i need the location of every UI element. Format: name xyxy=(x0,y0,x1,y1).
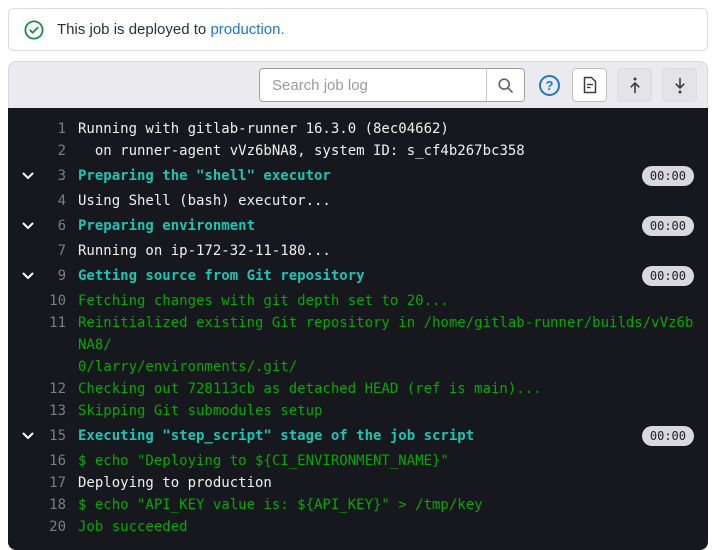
duration-badge: 00:00 xyxy=(642,166,694,186)
log-line-row: 10 Fetching changes with git depth set to… xyxy=(8,290,708,312)
line-number-link[interactable]: 11 xyxy=(42,312,66,334)
log-line-text: Skipping Git submodules setup xyxy=(78,400,322,422)
log-line-text: Fetching changes with git depth set to 2… xyxy=(78,290,449,312)
chevron-placeholder xyxy=(22,516,42,538)
search-input[interactable] xyxy=(260,69,486,101)
line-number-link[interactable]: 3 xyxy=(42,165,66,187)
log-line-text: Checking out 728113cb as detached HEAD (… xyxy=(78,378,542,400)
line-number-link[interactable]: 18 xyxy=(42,494,66,516)
log-section-header-row[interactable]: 3 Preparing the "shell" executor 00:00 xyxy=(8,165,708,187)
banner-suffix: . xyxy=(281,21,285,38)
log-line-row: 16 $ echo "Deploying to ${CI_ENVIRONMENT_… xyxy=(8,450,708,472)
duration-badge: 00:00 xyxy=(642,216,694,236)
chevron-placeholder xyxy=(22,378,42,400)
check-circle-icon xyxy=(24,20,44,40)
chevron-placeholder xyxy=(22,450,42,472)
log-line-text: on runner-agent vVz6bNA8, system ID: s_c… xyxy=(78,140,525,162)
log-line-text: Running on ip-172-32-11-180... xyxy=(78,240,331,262)
job-log-panel: ? xyxy=(8,61,708,550)
banner-message: This job is deployed to xyxy=(57,21,206,38)
line-number-link[interactable]: 15 xyxy=(42,425,66,447)
log-line-row: 7 Running on ip-172-32-11-180... xyxy=(8,240,708,262)
line-number-link[interactable]: 10 xyxy=(42,290,66,312)
show-raw-log-button[interactable] xyxy=(572,68,607,102)
chevron-down-icon[interactable] xyxy=(22,165,42,187)
log-line-text: Deploying to production xyxy=(78,472,272,494)
log-line-row: 17 Deploying to production xyxy=(8,472,708,494)
line-number-link[interactable]: 1 xyxy=(42,118,66,140)
log-line-text: Preparing the "shell" executor xyxy=(78,165,331,187)
log-line-row: 18 $ echo "API_KEY value is: ${API_KEY}" … xyxy=(8,494,708,516)
chevron-placeholder xyxy=(22,118,42,140)
duration-badge: 00:00 xyxy=(642,266,694,286)
log-line-row: 1 Running with gitlab-runner 16.3.0 (8ec0… xyxy=(8,118,708,140)
file-lines-icon xyxy=(582,76,598,94)
chevron-down-icon[interactable] xyxy=(22,425,42,447)
chevron-placeholder xyxy=(22,190,42,212)
chevron-placeholder xyxy=(22,140,42,162)
job-log-toolbar: ? xyxy=(8,61,708,108)
line-number-link[interactable]: 16 xyxy=(42,450,66,472)
line-number-link[interactable]: 9 xyxy=(42,265,66,287)
log-line-row: 2 on runner-agent vVz6bNA8, system ID: s… xyxy=(8,140,708,162)
scroll-to-top-button[interactable] xyxy=(617,68,652,102)
log-section-header-row[interactable]: 6 Preparing environment 00:00 xyxy=(8,215,708,237)
line-number-link[interactable]: 20 xyxy=(42,516,66,538)
log-line-text: Job succeeded xyxy=(78,516,188,538)
log-line-text: Using Shell (bash) executor... xyxy=(78,190,331,212)
line-number-link[interactable]: 4 xyxy=(42,190,66,212)
log-line-text: $ echo "API_KEY value is: ${API_KEY}" > … xyxy=(78,494,483,516)
chevron-placeholder xyxy=(22,312,42,334)
chevron-down-icon[interactable] xyxy=(22,265,42,287)
log-line-row: 20 Job succeeded xyxy=(8,516,708,538)
line-number-link[interactable]: 12 xyxy=(42,378,66,400)
scroll-down-icon xyxy=(673,77,687,94)
log-section-header-row[interactable]: 9 Getting source from Git repository 00:00 xyxy=(8,265,708,287)
line-number-link[interactable]: 13 xyxy=(42,400,66,422)
line-number-link[interactable]: 7 xyxy=(42,240,66,262)
chevron-placeholder xyxy=(22,472,42,494)
banner-text: This job is deployed to production. xyxy=(57,21,285,38)
log-line-text: Reinitialized existing Git repository in… xyxy=(78,312,694,378)
log-line-text: $ echo "Deploying to ${CI_ENVIRONMENT_NA… xyxy=(78,450,449,472)
log-line-row: 11 Reinitialized existing Git repository … xyxy=(8,312,708,378)
log-line-row: 4 Using Shell (bash) executor... xyxy=(8,190,708,212)
line-number-link[interactable]: 17 xyxy=(42,472,66,494)
chevron-placeholder xyxy=(22,494,42,516)
duration-badge: 00:00 xyxy=(642,426,694,446)
chevron-down-icon[interactable] xyxy=(22,215,42,237)
log-section-header-row[interactable]: 15 Executing "step_script" stage of the j… xyxy=(8,425,708,447)
scroll-up-icon xyxy=(628,77,642,94)
scroll-to-bottom-button[interactable] xyxy=(662,68,697,102)
line-number-link[interactable]: 6 xyxy=(42,215,66,237)
chevron-placeholder xyxy=(22,400,42,422)
chevron-placeholder xyxy=(22,290,42,312)
log-line-text: Preparing environment xyxy=(78,215,255,237)
search-box xyxy=(259,68,525,102)
log-line-text: Running with gitlab-runner 16.3.0 (8ec04… xyxy=(78,118,449,140)
search-icon[interactable] xyxy=(486,69,524,101)
job-log: 1 Running with gitlab-runner 16.3.0 (8ec0… xyxy=(8,108,708,550)
line-number-link[interactable]: 2 xyxy=(42,140,66,162)
help-icon[interactable]: ? xyxy=(539,75,560,96)
environment-link[interactable]: production xyxy=(210,21,280,38)
log-line-row: 13 Skipping Git submodules setup xyxy=(8,400,708,422)
log-line-row: 12 Checking out 728113cb as detached HEAD… xyxy=(8,378,708,400)
deployment-banner: This job is deployed to production. xyxy=(8,8,708,51)
log-line-text: Executing "step_script" stage of the job… xyxy=(78,425,474,447)
log-line-text: Getting source from Git repository xyxy=(78,265,365,287)
chevron-placeholder xyxy=(22,240,42,262)
